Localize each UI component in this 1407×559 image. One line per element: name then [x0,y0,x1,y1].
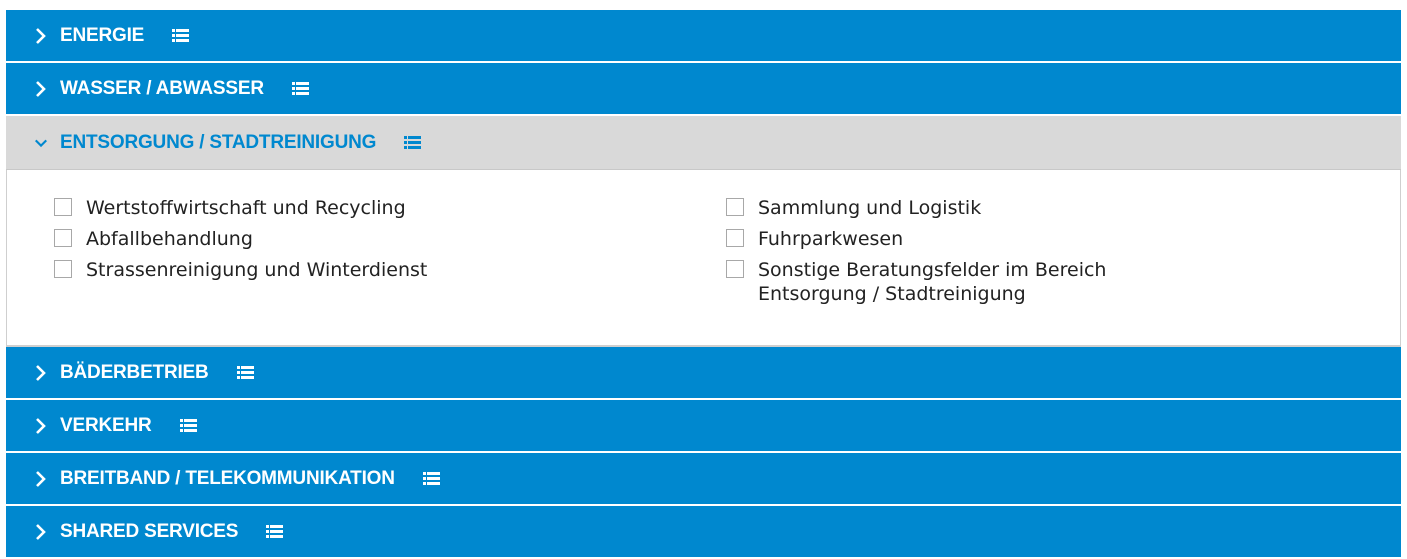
checkbox[interactable] [54,229,72,247]
checkbox[interactable] [54,198,72,216]
section-title: BREITBAND / TELEKOMMUNIKATION [60,467,395,489]
chevron-right-icon [34,522,48,542]
chevron-right-icon [34,363,48,383]
checkbox[interactable] [726,260,744,278]
option-abfallbehandlung[interactable]: Abfallbehandlung [54,227,506,251]
section-header-energie[interactable]: ENERGIE [6,10,1401,63]
option-wertstoffwirtschaft[interactable]: Wertstoffwirtschaft und Recycling [54,196,506,220]
list-icon[interactable] [422,472,440,485]
section-title: BÄDERBETRIEB [60,361,209,383]
option-label: Abfallbehandlung [86,228,253,250]
section-header-verkehr[interactable]: VERKEHR [6,400,1401,453]
section-header-wasser[interactable]: WASSER / ABWASSER [6,63,1401,116]
option-strassenreinigung[interactable]: Strassenreinigung und Winterdienst [54,258,506,282]
list-icon[interactable] [291,82,309,95]
section-title: ENERGIE [60,24,145,46]
chevron-right-icon [34,26,48,46]
chevron-down-icon [34,133,48,153]
options-column-left: Wertstoffwirtschaft und Recycling Abfall… [54,196,506,289]
list-icon[interactable] [172,29,190,42]
option-label: Sammlung und Logistik [758,197,982,219]
category-accordion: ENERGIE WASSER / ABWASSER ENTSORGUNG / S… [6,10,1401,559]
section-title: VERKEHR [60,414,152,436]
chevron-right-icon [34,79,48,99]
list-icon[interactable] [404,136,422,149]
section-title: WASSER / ABWASSER [60,77,264,99]
option-label: Wertstoffwirtschaft und Recycling [86,197,406,219]
chevron-right-icon [34,416,48,436]
checkbox[interactable] [54,260,72,278]
section-title: ENTSORGUNG / STADTREINIGUNG [60,131,377,153]
list-icon[interactable] [236,366,254,379]
option-sammlung-logistik[interactable]: Sammlung und Logistik [726,196,1178,220]
option-label: Strassenreinigung und Winterdienst [86,259,428,281]
section-header-shared-services[interactable]: SHARED SERVICES [6,506,1401,559]
section-header-baederbetrieb[interactable]: BÄDERBETRIEB [6,347,1401,400]
section-title: SHARED SERVICES [60,520,239,542]
option-fuhrparkwesen[interactable]: Fuhrparkwesen [726,227,1178,251]
list-icon[interactable] [266,525,284,538]
options-column-right: Sammlung und Logistik Fuhrparkwesen Sons… [726,196,1178,313]
option-label: Fuhrparkwesen [758,228,904,250]
section-header-breitband[interactable]: BREITBAND / TELEKOMMUNIKATION [6,453,1401,506]
option-label: Sonstige Beratungsfelder im Bereich Ents… [758,259,1107,305]
section-body-entsorgung: Wertstoffwirtschaft und Recycling Abfall… [6,170,1401,347]
option-sonstige[interactable]: Sonstige Beratungsfelder im Bereich Ents… [726,258,1178,306]
list-icon[interactable] [179,419,197,432]
checkbox[interactable] [726,229,744,247]
section-header-entsorgung[interactable]: ENTSORGUNG / STADTREINIGUNG [6,116,1401,170]
checkbox[interactable] [726,198,744,216]
chevron-right-icon [34,469,48,489]
